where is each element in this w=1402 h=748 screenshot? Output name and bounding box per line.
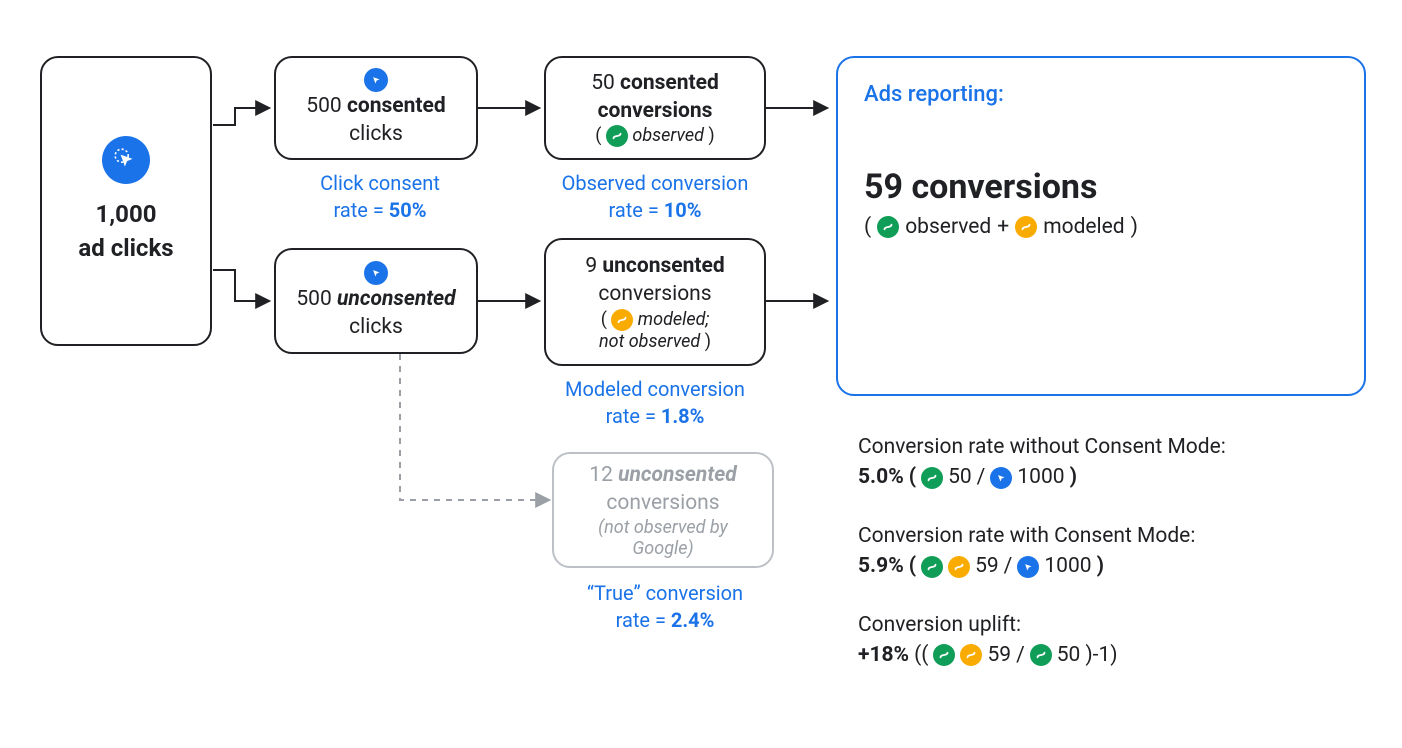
path-icon <box>933 644 955 666</box>
cc-count: 50 <box>591 71 615 95</box>
consented-clicks-box: 500 consented clicks <box>274 56 478 160</box>
stat-with-b: 1000 <box>1044 551 1091 581</box>
path-icon <box>606 125 628 147</box>
reporting-obs: observed <box>905 215 991 239</box>
tc-note: (not observed by Google) <box>598 517 728 559</box>
cursor-click-icon <box>364 261 388 285</box>
path-icon <box>921 556 943 578</box>
reporting-mod: modeled <box>1043 215 1124 239</box>
cc-strong: consented <box>620 71 719 95</box>
reporting-title: Ads reporting: <box>864 82 1004 107</box>
cc-word: conversions <box>598 99 713 123</box>
modeled-conversions-box: 9 unconsented conversions ( modeled; not… <box>544 238 766 366</box>
mc-word: conversions <box>598 280 711 308</box>
reporting-plus: + <box>997 215 1009 239</box>
cursor-click-icon <box>1017 556 1039 578</box>
source-label: ad clicks <box>78 234 173 262</box>
reporting-big: 59 conversions <box>864 167 1097 207</box>
consented-conversions-box: 50 consented conversions ( observed ) <box>544 56 766 160</box>
source-box: 1,000 ad clicks <box>40 56 212 346</box>
path-icon <box>877 216 899 238</box>
consented-strong: consented <box>347 94 446 118</box>
consented-count: 500 <box>306 94 341 118</box>
cc-note: observed <box>632 125 704 146</box>
stat-with-label: Conversion rate with Consent Mode: <box>858 521 1368 551</box>
stat-without-label: Conversion rate without Consent Mode: <box>858 432 1368 462</box>
stat-uplift-b: 50 <box>1057 640 1081 670</box>
path-icon <box>948 556 970 578</box>
cursor-click-icon <box>102 136 150 184</box>
caption-observed: Observed conversion rate = 10% <box>542 170 768 224</box>
mc-strong: unconsented <box>602 254 724 278</box>
caption-modeled: Modeled conversion rate = 1.8% <box>542 376 768 430</box>
mc-count: 9 <box>585 254 597 278</box>
path-icon <box>611 309 633 331</box>
path-icon <box>921 467 943 489</box>
stat-without-b: 1000 <box>1017 462 1064 492</box>
consented-word: clicks <box>349 120 403 148</box>
mc-note2: not observed <box>599 331 700 352</box>
stat-with-a: 59 <box>975 551 999 581</box>
ads-reporting-box: Ads reporting: 59 conversions ( observed… <box>836 56 1366 396</box>
mc-note: modeled; <box>638 309 710 330</box>
source-count: 1,000 <box>96 200 157 228</box>
stat-uplift-label: Conversion uplift: <box>858 610 1368 640</box>
stat-without-a: 50 <box>948 462 972 492</box>
tc-word: conversions <box>606 489 719 517</box>
tc-strong: unconsented <box>618 463 737 487</box>
stat-with-pct: 5.9% <box>858 551 904 581</box>
true-conversions-box: 12 unconsented conversions (not observed… <box>552 452 774 568</box>
path-icon <box>1030 644 1052 666</box>
unconsented-strong: unconsented <box>337 287 456 311</box>
cursor-click-icon <box>364 68 388 92</box>
path-icon <box>960 644 982 666</box>
stat-uplift-pct: +18% <box>858 640 909 670</box>
caption-click-consent: Click consent rate = 50% <box>290 170 470 224</box>
path-icon <box>1015 216 1037 238</box>
unconsented-clicks-box: 500 unconsented clicks <box>274 248 478 354</box>
stat-uplift-a: 59 <box>987 640 1011 670</box>
cursor-click-icon <box>990 467 1012 489</box>
stats-block: Conversion rate without Consent Mode: 5.… <box>858 432 1368 699</box>
tc-count: 12 <box>589 463 613 487</box>
unconsented-count: 500 <box>296 287 331 311</box>
stat-without-pct: 5.0% <box>858 462 904 492</box>
caption-true: “True” conversion rate = 2.4% <box>552 580 778 634</box>
unconsented-word: clicks <box>349 313 403 341</box>
